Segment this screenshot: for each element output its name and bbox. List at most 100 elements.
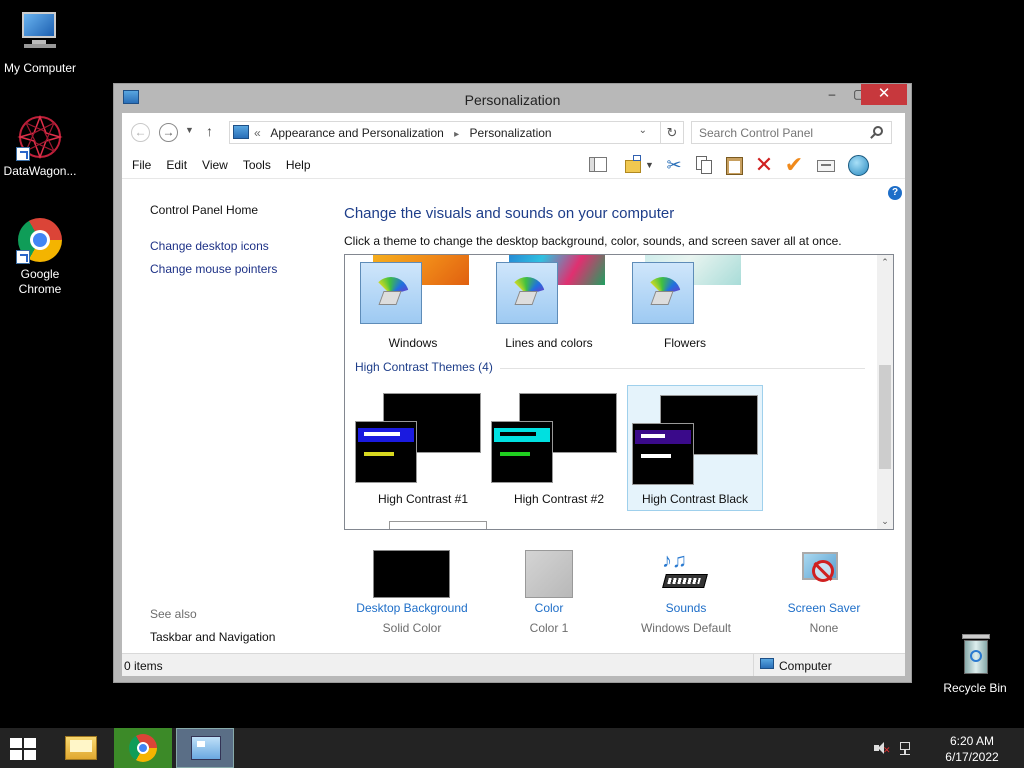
search-icon[interactable] [873,126,883,136]
control-panel-icon [191,736,221,760]
menu-edit[interactable]: Edit [166,158,187,172]
change-desktop-icons-link[interactable]: Change desktop icons [150,239,269,253]
taskbar-control-panel[interactable] [176,728,234,768]
breadcrumb-appearance[interactable]: Appearance and Personalization [270,126,443,140]
theme-preview-window [632,423,694,485]
checkmark-icon[interactable]: ✔ [783,154,805,176]
clock-time[interactable]: 6:20 AM [942,734,1002,748]
theme-label: Lines and colors [505,336,593,350]
minimize-button[interactable]: – [818,84,846,105]
desktop-background-value: Solid Color [382,621,442,635]
volume-muted-icon[interactable]: ✕ [874,741,891,755]
scroll-down-arrow[interactable]: ⌄ [880,516,890,527]
menu-view[interactable]: View [202,158,228,172]
taskbar-chrome[interactable] [114,728,172,768]
taskbar-navigation-link[interactable]: Taskbar and Navigation [150,630,275,644]
brush-icon [514,291,538,305]
change-mouse-pointers-link[interactable]: Change mouse pointers [150,262,277,276]
taskbar-file-explorer[interactable] [52,728,110,768]
desktop-icon-chrome[interactable]: Google Chrome [0,216,80,297]
preview-highlight-line [364,452,394,456]
search-box[interactable] [691,121,892,144]
theme-windows[interactable]: Windows [345,255,481,351]
desktop-icon-label: DataWagon... [3,164,77,178]
up-button[interactable]: ↑ [206,123,213,139]
color-swatch[interactable] [525,550,573,598]
theme-label: Flowers [663,336,706,350]
theme-high-contrast-1[interactable]: High Contrast #1 [355,385,491,511]
theme-high-contrast-2[interactable]: High Contrast #2 [491,385,627,511]
preview-highlight-line [500,452,530,456]
cut-icon[interactable]: ✂ [663,154,685,176]
windows-logo-icon [10,750,22,760]
preview-text-line [364,432,400,436]
screen-saver-icon[interactable] [798,550,848,598]
globe-icon[interactable] [847,154,869,176]
menu-tools[interactable]: Tools [243,158,271,172]
status-location-label: Computer [779,659,832,673]
folder-options-button[interactable] [623,154,645,176]
chrome-icon-center [137,742,149,754]
clock-date[interactable]: 6/17/2022 [942,750,1002,764]
high-contrast-section-title[interactable]: High Contrast Themes (4) [355,360,493,374]
desktop-background-link[interactable]: Desktop Background [344,601,480,615]
color-link[interactable]: Color [481,601,617,615]
sounds-icon[interactable]: ♪♫ [660,550,710,598]
menu-help[interactable]: Help [286,158,311,172]
desktop-icon-my-computer[interactable]: My Computer [0,10,80,76]
copy-icon[interactable] [693,154,715,176]
recent-pages-dropdown[interactable]: ▼ [185,125,194,135]
theme-lines-and-colors[interactable]: Lines and colors [481,255,617,351]
properties-icon[interactable] [815,154,837,176]
menu-file[interactable]: File [132,158,151,172]
breadcrumb-personalization[interactable]: Personalization [470,126,552,140]
status-location: Computer [753,654,905,676]
menu-toolbar-row: File Edit View Tools Help ▼ ✂ ✕ ✔ [122,151,905,179]
page-title: Change the visuals and sounds on your co… [344,205,675,222]
back-button[interactable]: ← [131,123,150,142]
theme-label: Windows [388,336,438,350]
screen-saver-link[interactable]: Screen Saver [756,601,892,615]
title-bar[interactable]: Personalization – ▢ ✕ [114,84,911,113]
search-input[interactable] [692,122,862,143]
theme-preview-window [491,421,553,483]
desktop-icon-datawagon[interactable]: DataWagon... [0,113,80,179]
breadcrumb: « Appearance and Personalization ▸ Perso… [254,126,552,140]
refresh-button[interactable]: ↻ [660,122,683,143]
address-bar[interactable]: « Appearance and Personalization ▸ Perso… [229,121,684,144]
desktop-background-swatch[interactable] [373,550,450,598]
desktop-icon-recycle-bin[interactable]: Recycle Bin [935,630,1015,696]
scroll-thumb[interactable] [879,365,891,469]
scroll-up-arrow[interactable]: ⌃ [880,257,890,268]
sounds-value: Windows Default [640,621,732,635]
network-icon[interactable] [898,740,914,756]
theme-preview-window [360,262,422,324]
breadcrumb-overflow[interactable]: « [254,126,261,140]
windows-logo-icon [24,738,36,748]
theme-high-contrast-black[interactable]: High Contrast Black [627,385,763,511]
section-divider [500,368,865,369]
paste-icon[interactable] [723,154,745,176]
control-panel-icon-detail [197,741,205,747]
chevron-down-icon[interactable]: ▼ [645,154,657,176]
preview-text-line [641,434,665,438]
desktop-icon-label: My Computer [3,61,77,75]
chevron-down-icon[interactable]: ⌄ [639,125,647,136]
see-also-heading: See also [150,607,197,621]
start-button[interactable] [10,738,38,760]
control-panel-home-link[interactable]: Control Panel Home [150,203,258,217]
preview-highlight-line [641,454,671,458]
theme-flowers[interactable]: Flowers [617,255,753,351]
theme-list-scrollbar[interactable]: ⌃ ⌄ [877,255,893,529]
left-pane: Control Panel Home Change desktop icons … [122,179,334,649]
delete-icon[interactable]: ✕ [753,154,775,176]
screen-saver-value: None [809,621,839,635]
sounds-link[interactable]: Sounds [618,601,754,615]
close-button[interactable]: ✕ [861,84,907,105]
window-title: Personalization [464,92,561,108]
computer-icon [760,658,774,669]
help-icon[interactable]: ? [888,186,902,200]
forward-button[interactable]: → [159,123,178,142]
layout-pane-button[interactable] [587,154,609,176]
control-panel-icon [233,125,249,139]
